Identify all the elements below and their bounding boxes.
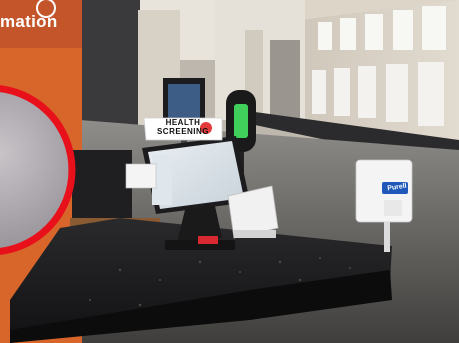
health-label-line2: SCREENING bbox=[156, 127, 210, 136]
purell-window bbox=[384, 200, 402, 216]
reception-chair bbox=[72, 150, 132, 220]
health-screening-label: HEALTH SCREENING bbox=[147, 118, 219, 136]
back-doorway bbox=[270, 40, 300, 120]
photo-scene: mation HEALTH SCREENING Purell bbox=[0, 0, 459, 343]
health-label-line1: HEALTH bbox=[165, 118, 201, 127]
scene-illustration bbox=[0, 0, 459, 343]
tv-screen bbox=[168, 84, 200, 120]
red-card-reader bbox=[198, 236, 218, 244]
wall-sign-text: mation bbox=[0, 12, 58, 31]
label-printer-base bbox=[234, 230, 276, 238]
scanner-green-screen bbox=[234, 104, 248, 138]
terminal-card bbox=[125, 163, 157, 189]
dispenser-stand bbox=[384, 222, 390, 252]
